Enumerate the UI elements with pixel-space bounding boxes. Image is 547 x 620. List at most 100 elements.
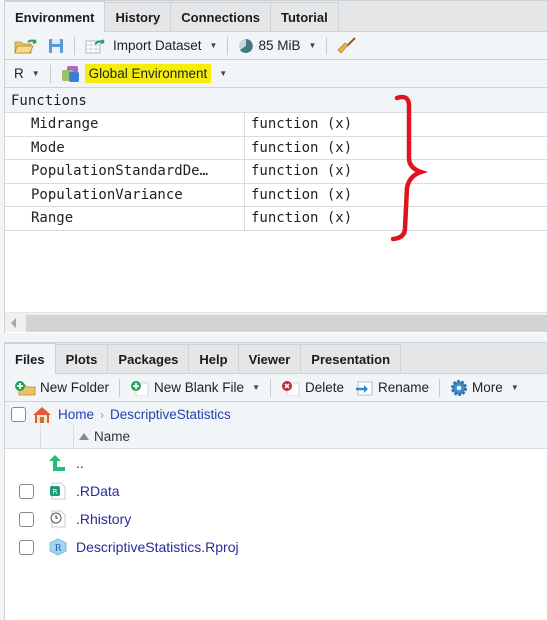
variable-name: PopulationStandardDe… <box>5 160 245 183</box>
breadcrumb-home[interactable]: Home <box>58 407 94 422</box>
toolbar-separator <box>74 36 75 55</box>
variable-row[interactable]: PopulationVariance function (x) <box>5 183 547 207</box>
tab-plots[interactable]: Plots <box>55 344 109 373</box>
load-workspace-button[interactable] <box>11 38 41 54</box>
delete-button[interactable]: Delete <box>278 380 347 396</box>
tab-help[interactable]: Help <box>189 344 239 373</box>
new-folder-label: New Folder <box>40 380 110 395</box>
toolbar-separator <box>119 378 121 397</box>
icon-column <box>41 425 74 448</box>
chevron-down-icon: ▼ <box>209 41 218 50</box>
import-dataset-button[interactable]: Import Dataset ▼ <box>82 38 220 54</box>
tab-files[interactable]: Files <box>5 343 56 374</box>
save-workspace-button[interactable] <box>45 38 67 54</box>
toolbar-separator <box>439 378 441 397</box>
environment-variables: Functions Midrange function (x) Mode fun… <box>5 89 547 333</box>
variable-name: Range <box>5 207 245 230</box>
environment-scope-label: Global Environment <box>84 64 212 83</box>
new-file-icon <box>131 380 149 396</box>
toolbar-separator <box>269 378 271 397</box>
clear-workspace-button[interactable] <box>334 36 360 55</box>
environment-pane: Environment History Connections Tutorial… <box>4 0 547 333</box>
env-tabbar: Environment History Connections Tutorial <box>5 0 547 32</box>
environment-scope-selector[interactable]: Global Environment ▼ <box>58 64 230 83</box>
file-name-link[interactable]: .Rhistory <box>74 511 131 527</box>
rproj-file-icon: R <box>49 538 66 556</box>
scroll-left-icon[interactable] <box>11 318 16 328</box>
more-button[interactable]: More ▼ <box>447 379 522 397</box>
file-row[interactable]: .Rhistory <box>5 505 547 533</box>
file-row[interactable]: R .RData <box>5 477 547 505</box>
memory-usage-button[interactable]: 85 MiB ▼ <box>235 38 319 54</box>
delete-label: Delete <box>304 380 345 395</box>
files-list: Name .. R .RData .Rhistory R Descriptive… <box>5 425 547 620</box>
rhistory-file-icon <box>50 510 65 528</box>
new-blank-file-button[interactable]: New Blank File ▼ <box>127 380 263 396</box>
red-brace-annotation <box>390 94 429 242</box>
new-folder-button[interactable]: New Folder <box>11 380 112 396</box>
file-checkbox[interactable] <box>18 511 34 527</box>
env-scope-bar: R ▼ Global Environment ▼ <box>5 60 547 88</box>
broom-icon <box>337 36 357 54</box>
scrollbar-thumb[interactable] <box>26 315 547 332</box>
chevron-down-icon: ▼ <box>510 383 519 392</box>
environment-stack-icon <box>61 65 79 82</box>
select-all-checkbox[interactable] <box>11 407 26 422</box>
variable-row[interactable]: Mode function (x) <box>5 136 547 160</box>
rename-label: Rename <box>378 380 430 395</box>
files-header: Name <box>5 425 547 449</box>
variable-row[interactable]: Midrange function (x) <box>5 113 547 137</box>
files-pane: Files Plots Packages Help Viewer Present… <box>4 342 547 620</box>
name-column-header[interactable]: Name <box>74 429 130 444</box>
open-folder-icon <box>14 38 37 53</box>
chevron-down-icon: ▼ <box>219 69 228 78</box>
breadcrumb-separator-icon: › <box>100 407 105 422</box>
file-name-link[interactable]: DescriptiveStatistics.Rproj <box>74 539 239 555</box>
toolbar-separator <box>49 64 51 83</box>
rename-button[interactable]: Rename <box>351 380 432 396</box>
language-selector[interactable]: R ▼ <box>11 66 43 81</box>
variable-name: Midrange <box>5 113 245 136</box>
chevron-down-icon: ▼ <box>308 41 317 50</box>
section-header-functions: Functions <box>5 89 547 113</box>
variable-value: function (x) <box>251 116 353 132</box>
tab-viewer[interactable]: Viewer <box>238 344 302 373</box>
parent-directory-link[interactable]: .. <box>74 455 84 471</box>
chevron-down-icon: ▼ <box>252 383 260 392</box>
delete-icon <box>281 380 300 396</box>
go-up-arrow-icon <box>48 455 65 471</box>
variable-name: PopulationVariance <box>5 183 245 206</box>
chevron-down-icon: ▼ <box>31 69 40 78</box>
new-blank-file-label: New Blank File <box>154 380 245 395</box>
language-label: R <box>14 66 24 81</box>
horizontal-scrollbar[interactable] <box>5 312 547 332</box>
env-toolbar: Import Dataset ▼ 85 MiB ▼ <box>5 32 547 60</box>
memory-pie-icon <box>239 38 254 53</box>
variable-value: function (x) <box>251 210 353 226</box>
new-folder-icon <box>15 380 36 395</box>
variable-value: function (x) <box>251 163 353 179</box>
parent-directory-row[interactable]: .. <box>5 449 547 477</box>
files-tabbar: Files Plots Packages Help Viewer Present… <box>5 342 547 374</box>
home-icon[interactable] <box>32 406 52 424</box>
file-name-link[interactable]: .RData <box>74 483 120 499</box>
variable-value: function (x) <box>251 139 353 156</box>
more-label: More <box>472 380 503 395</box>
tab-packages[interactable]: Packages <box>108 344 190 373</box>
tab-connections[interactable]: Connections <box>171 2 271 31</box>
file-checkbox[interactable] <box>18 539 34 555</box>
file-row[interactable]: R DescriptiveStatistics.Rproj <box>5 533 547 561</box>
rdata-file-icon: R <box>49 482 65 500</box>
variable-row[interactable]: Range function (x) <box>5 207 547 231</box>
tab-history[interactable]: History <box>105 2 172 31</box>
variable-row[interactable]: PopulationStandardDe… function (x) <box>5 160 547 184</box>
svg-text:R: R <box>54 544 61 554</box>
tab-environment[interactable]: Environment <box>5 1 106 32</box>
variable-name: Mode <box>5 136 245 159</box>
tab-presentation[interactable]: Presentation <box>301 344 402 373</box>
name-column-label: Name <box>94 429 131 444</box>
breadcrumb-current[interactable]: DescriptiveStatistics <box>110 407 231 422</box>
file-checkbox[interactable] <box>18 483 34 499</box>
sort-ascending-icon <box>79 433 89 440</box>
tab-tutorial[interactable]: Tutorial <box>271 2 339 31</box>
